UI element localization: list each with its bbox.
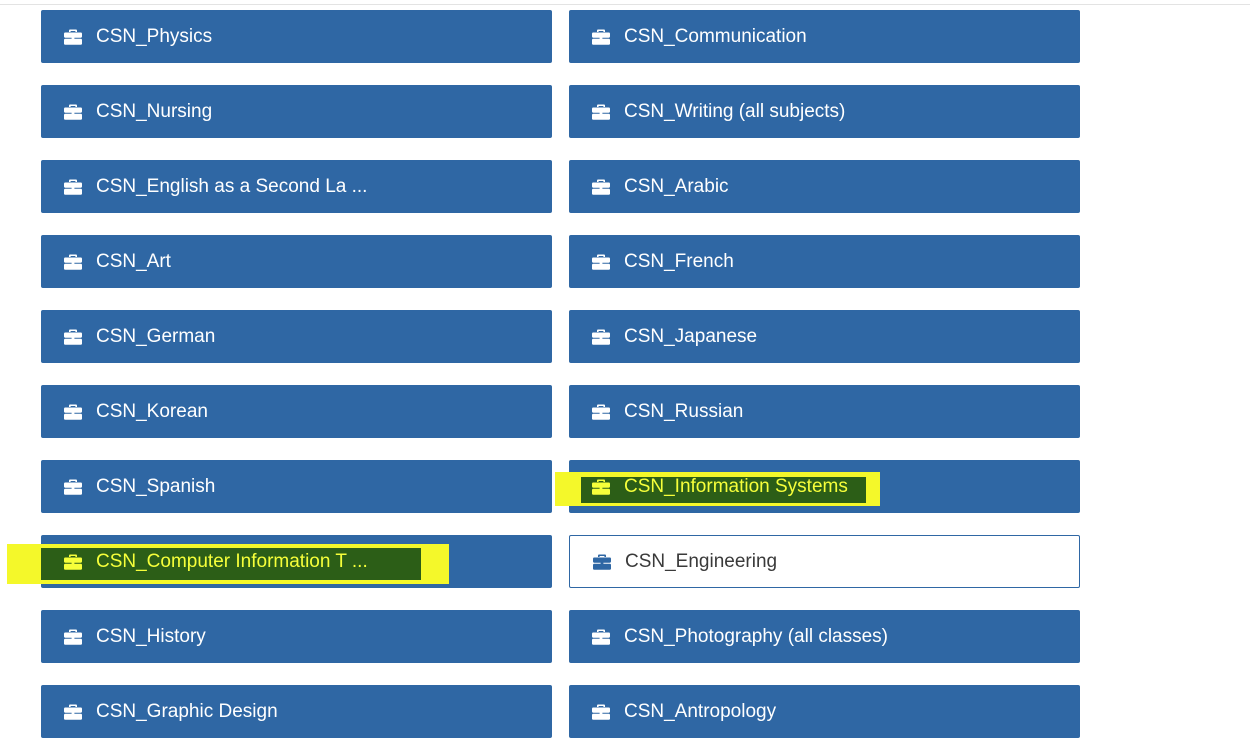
- course-tile-korean[interactable]: CSN_Korean: [41, 385, 552, 438]
- briefcase-icon: [591, 403, 611, 421]
- course-label: CSN_Photography (all classes): [624, 625, 889, 647]
- course-tile-physics[interactable]: CSN_Physics: [41, 10, 552, 63]
- briefcase-icon: [63, 703, 83, 721]
- course-tile-nursing[interactable]: CSN_Nursing: [41, 85, 552, 138]
- course-tile-arabic[interactable]: CSN_Arabic: [569, 160, 1080, 213]
- course-label: CSN_Computer Information T ...: [96, 550, 368, 572]
- course-label: CSN_Physics: [96, 25, 213, 47]
- course-label: CSN_Engineering: [625, 550, 778, 572]
- briefcase-icon: [591, 478, 611, 496]
- briefcase-icon: [63, 628, 83, 646]
- course-tile-photography[interactable]: CSN_Photography (all classes): [569, 610, 1080, 663]
- briefcase-icon: [591, 703, 611, 721]
- course-tile-graphic-design[interactable]: CSN_Graphic Design: [41, 685, 552, 738]
- course-tile-japanese[interactable]: CSN_Japanese: [569, 310, 1080, 363]
- course-tile-spanish[interactable]: CSN_Spanish: [41, 460, 552, 513]
- course-label: CSN_Information Systems: [624, 475, 848, 497]
- briefcase-icon: [63, 403, 83, 421]
- briefcase-icon: [592, 553, 612, 571]
- course-label: CSN_Graphic Design: [96, 700, 278, 722]
- course-label: CSN_History: [96, 625, 206, 647]
- course-tile-esl[interactable]: CSN_English as a Second La ...: [41, 160, 552, 213]
- course-tile-antropology[interactable]: CSN_Antropology: [569, 685, 1080, 738]
- briefcase-icon: [591, 253, 611, 271]
- course-tile-computer-information[interactable]: CSN_Computer Information T ...: [7, 535, 552, 588]
- course-label: CSN_Communication: [624, 25, 807, 47]
- briefcase-icon: [63, 328, 83, 346]
- course-grid: CSN_Physics CSN_Communication CSN_Nursin…: [7, 10, 1080, 738]
- briefcase-icon: [591, 628, 611, 646]
- briefcase-icon: [591, 328, 611, 346]
- course-label: CSN_Japanese: [624, 325, 758, 347]
- course-tile-information-systems[interactable]: CSN_Information Systems: [555, 460, 1080, 513]
- briefcase-icon: [63, 28, 83, 46]
- course-label: CSN_Art: [96, 250, 171, 272]
- course-tile-writing[interactable]: CSN_Writing (all subjects): [569, 85, 1080, 138]
- briefcase-icon: [591, 178, 611, 196]
- course-label: CSN_English as a Second La ...: [96, 175, 368, 197]
- course-tile-communication[interactable]: CSN_Communication: [569, 10, 1080, 63]
- course-label: CSN_Korean: [96, 400, 208, 422]
- course-label: CSN_French: [624, 250, 734, 272]
- top-divider: [0, 4, 1250, 5]
- course-tile-engineering[interactable]: CSN_Engineering: [569, 535, 1080, 588]
- course-label: CSN_German: [96, 325, 216, 347]
- course-tile-art[interactable]: CSN_Art: [41, 235, 552, 288]
- course-tile-french[interactable]: CSN_French: [569, 235, 1080, 288]
- course-label: CSN_Russian: [624, 400, 744, 422]
- course-label: CSN_Writing (all subjects): [624, 100, 846, 122]
- course-label: CSN_Antropology: [624, 700, 777, 722]
- course-label: CSN_Nursing: [96, 100, 213, 122]
- course-tile-german[interactable]: CSN_German: [41, 310, 552, 363]
- course-label: CSN_Spanish: [96, 475, 216, 497]
- briefcase-icon: [63, 253, 83, 271]
- briefcase-icon: [591, 103, 611, 121]
- course-label: CSN_Arabic: [624, 175, 729, 197]
- briefcase-icon: [63, 478, 83, 496]
- briefcase-icon: [63, 103, 83, 121]
- briefcase-icon: [63, 178, 83, 196]
- course-tile-russian[interactable]: CSN_Russian: [569, 385, 1080, 438]
- briefcase-icon: [63, 553, 83, 571]
- course-tile-history[interactable]: CSN_History: [41, 610, 552, 663]
- briefcase-icon: [591, 28, 611, 46]
